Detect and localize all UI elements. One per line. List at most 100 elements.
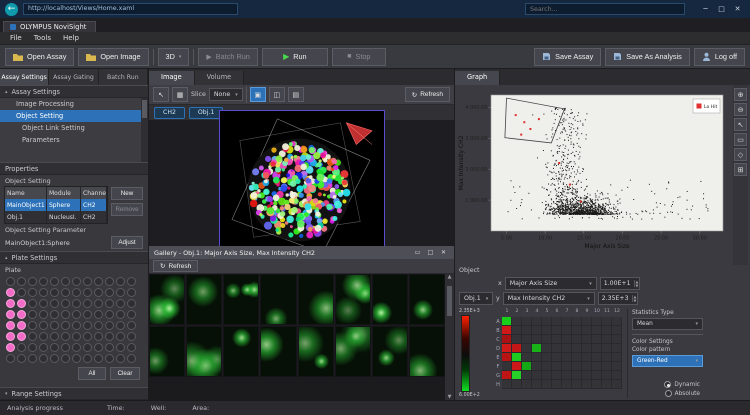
gallery-thumb[interactable]: [335, 274, 371, 325]
heatmap-cell-D5[interactable]: [542, 344, 552, 353]
well-A11[interactable]: [116, 277, 125, 286]
well-B3[interactable]: [28, 288, 37, 297]
heatmap-cell-B12[interactable]: [612, 326, 622, 335]
properties-section-header[interactable]: Properties: [0, 162, 148, 175]
heatmap-cell-B2[interactable]: [512, 326, 522, 335]
batch-run-button[interactable]: ▶ Batch Run: [198, 48, 257, 66]
range-settings-section-header[interactable]: ▾ Range Settings: [0, 387, 148, 400]
heatmap-cell-B8[interactable]: [572, 326, 582, 335]
heatmap-cell-E6[interactable]: [552, 353, 562, 362]
well-F3[interactable]: [28, 332, 37, 341]
heatmap-cell-D3[interactable]: [522, 344, 532, 353]
well-C7[interactable]: [72, 299, 81, 308]
heatmap-cell-C4[interactable]: [532, 335, 542, 344]
heatmap-cell-A9[interactable]: [582, 317, 592, 326]
heatmap-cell-E8[interactable]: [572, 353, 582, 362]
gallery-restore-button[interactable]: ▭: [412, 249, 423, 256]
heatmap-cell-A1[interactable]: [502, 317, 512, 326]
well-E8[interactable]: [83, 321, 92, 330]
slice-dropdown[interactable]: None: [209, 88, 243, 101]
heatmap-cell-F6[interactable]: [552, 362, 562, 371]
heatmap-cell-E9[interactable]: [582, 353, 592, 362]
well-E7[interactable]: [72, 321, 81, 330]
zoom-out-icon[interactable]: ⊖: [734, 103, 747, 116]
well-A5[interactable]: [50, 277, 59, 286]
heatmap-cell-D12[interactable]: [612, 344, 622, 353]
heatmap-cell-F11[interactable]: [602, 362, 612, 371]
heatmap-cell-G10[interactable]: [592, 371, 602, 380]
heatmap-cell-C2[interactable]: [512, 335, 522, 344]
heatmap-cell-G12[interactable]: [612, 371, 622, 380]
well-A4[interactable]: [39, 277, 48, 286]
well-E1[interactable]: [6, 321, 15, 330]
heatmap-cell-B10[interactable]: [592, 326, 602, 335]
gallery-thumb[interactable]: [223, 326, 259, 377]
heatmap-cell-E1[interactable]: [502, 353, 512, 362]
gallery-scrollbar[interactable]: ▲ ▼: [445, 274, 454, 400]
well-G3[interactable]: [28, 343, 37, 352]
scroll-down-icon[interactable]: ▼: [448, 394, 452, 400]
heatmap-cell-E12[interactable]: [612, 353, 622, 362]
heatmap-cell-F4[interactable]: [532, 362, 542, 371]
log-off-button[interactable]: Log off: [694, 48, 745, 66]
plate-settings-section-header[interactable]: ▴ Plate Settings: [0, 251, 148, 264]
remove-object-button[interactable]: Remove: [111, 203, 143, 216]
3d-mode-dropdown[interactable]: 3D ▾: [158, 48, 190, 66]
gallery-thumb[interactable]: [186, 326, 222, 377]
well-F8[interactable]: [83, 332, 92, 341]
tree-item-object-link-setting[interactable]: Object Link Setting: [0, 122, 148, 134]
well-B12[interactable]: [127, 288, 136, 297]
heatmap-cell-G11[interactable]: [602, 371, 612, 380]
well-D11[interactable]: [116, 310, 125, 319]
heatmap-cell-C12[interactable]: [612, 335, 622, 344]
gallery-thumb[interactable]: [372, 326, 408, 377]
heatmap-cell-D9[interactable]: [582, 344, 592, 353]
radio-absolute[interactable]: Absolute: [665, 390, 700, 397]
heatmap-cell-H6[interactable]: [552, 380, 562, 389]
well-C8[interactable]: [83, 299, 92, 308]
well-A12[interactable]: [127, 277, 136, 286]
heatmap-cell-A10[interactable]: [592, 317, 602, 326]
list-view-icon[interactable]: ▤: [288, 87, 304, 102]
well-A10[interactable]: [105, 277, 114, 286]
gallery-thumb[interactable]: [335, 326, 371, 377]
heatmap-cell-E11[interactable]: [602, 353, 612, 362]
well-D6[interactable]: [61, 310, 70, 319]
well-E3[interactable]: [28, 321, 37, 330]
heatmap-cell-F10[interactable]: [592, 362, 602, 371]
well-A8[interactable]: [83, 277, 92, 286]
menu-file[interactable]: File: [4, 34, 28, 42]
heatmap-cell-E10[interactable]: [592, 353, 602, 362]
heatmap-cell-B9[interactable]: [582, 326, 592, 335]
x-axis-dropdown[interactable]: Major Axis Size: [505, 277, 597, 290]
gallery-thumb[interactable]: [298, 326, 334, 377]
well-B11[interactable]: [116, 288, 125, 297]
heatmap-cell-H7[interactable]: [562, 380, 572, 389]
well-G6[interactable]: [61, 343, 70, 352]
heatmap-cell-D4[interactable]: [532, 344, 542, 353]
well-B1[interactable]: [6, 288, 15, 297]
well-C9[interactable]: [94, 299, 103, 308]
heatmap-cell-G4[interactable]: [532, 371, 542, 380]
heatmap-cell-G5[interactable]: [542, 371, 552, 380]
well-H11[interactable]: [116, 354, 125, 363]
well-D4[interactable]: [39, 310, 48, 319]
heatmap-cell-F3[interactable]: [522, 362, 532, 371]
tab-assay-gating[interactable]: Assay Gating: [49, 69, 98, 85]
well-H1[interactable]: [6, 354, 15, 363]
well-G2[interactable]: [17, 343, 26, 352]
y-value-spinner[interactable]: 2.35E+3 ▲▼: [598, 292, 639, 305]
pointer-icon[interactable]: ↖: [734, 118, 747, 131]
well-A3[interactable]: [28, 277, 37, 286]
statistics-type-dropdown[interactable]: Mean: [632, 318, 703, 330]
heatmap-cell-A12[interactable]: [612, 317, 622, 326]
well-E9[interactable]: [94, 321, 103, 330]
tab-volume[interactable]: Volume: [195, 71, 245, 85]
address-bar[interactable]: http://localhost/Views/Home.xaml: [23, 3, 238, 15]
well-A1[interactable]: [6, 277, 15, 286]
well-B6[interactable]: [61, 288, 70, 297]
heatmap-cell-C5[interactable]: [542, 335, 552, 344]
heatmap-cell-B5[interactable]: [542, 326, 552, 335]
heatmap-cell-B4[interactable]: [532, 326, 542, 335]
well-A2[interactable]: [17, 277, 26, 286]
